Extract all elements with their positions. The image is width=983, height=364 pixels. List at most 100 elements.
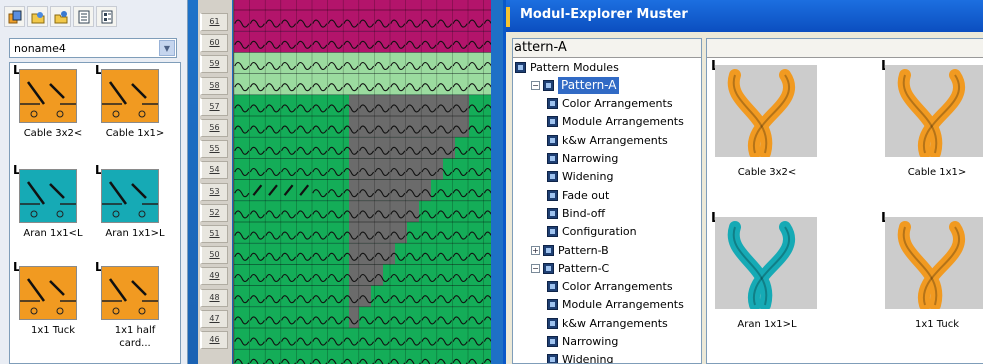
module-gallery: L Cable 3x2<L Cable 1x1>L Aran 1x1>LL xyxy=(706,38,983,364)
grid-icon[interactable] xyxy=(96,6,117,27)
row-number[interactable]: 59 xyxy=(200,55,228,74)
tree-subitem[interactable]: Configuration xyxy=(547,223,637,241)
chevron-down-icon[interactable]: ▼ xyxy=(159,40,175,56)
library-tile[interactable]: L Cable 1x1> xyxy=(92,63,178,158)
gallery-item-label: 1x1 Tuck xyxy=(914,319,960,330)
tree-item-label: Bind-off xyxy=(562,206,606,220)
row-number[interactable]: 56 xyxy=(200,119,228,137)
row-number[interactable]: 54 xyxy=(200,161,228,180)
list-icon[interactable] xyxy=(73,6,94,27)
library-tile[interactable]: L Aran 1x1>L xyxy=(92,163,178,258)
tile-label: Aran 1x1<L xyxy=(23,228,83,239)
folder-add-icon[interactable] xyxy=(50,6,71,27)
folder-icon xyxy=(547,207,558,219)
row-number[interactable]: 57 xyxy=(200,97,228,116)
gallery-item[interactable]: L Cable 1x1> xyxy=(877,59,983,189)
tile-label-line2: card... xyxy=(119,338,151,349)
tile-thumbnail xyxy=(101,266,159,320)
tree-subitem[interactable]: k&w Arrangements xyxy=(547,314,668,332)
modules-icon[interactable] xyxy=(4,6,25,27)
folder-icon xyxy=(543,262,554,274)
tree-item-label: Pattern-C xyxy=(558,261,610,275)
tree-subitem[interactable]: Narrowing xyxy=(547,333,618,351)
gallery-item-image xyxy=(885,217,983,309)
tree-subitem[interactable]: Widening xyxy=(547,168,613,186)
expand-icon[interactable]: + xyxy=(531,245,540,255)
gallery-item-image xyxy=(885,65,983,157)
app-root: noname4 ▼ L Cable 3x2< L Cable 1x1> L Aran… xyxy=(0,0,983,364)
library-select[interactable]: noname4 ▼ xyxy=(9,38,177,58)
row-number[interactable]: 52 xyxy=(200,203,228,222)
tree-subitem[interactable]: Fade out xyxy=(547,186,609,204)
tile-thumbnail xyxy=(101,69,159,123)
module-tree: attern-A Pattern Modules − Pattern-A Color … xyxy=(512,38,702,364)
tree-subitem[interactable]: Bind-off xyxy=(547,204,605,222)
tree-item-label: Fade out xyxy=(562,188,610,202)
tree-item-label: k&w Arrangements xyxy=(562,133,668,147)
tree-subitem[interactable]: Module Arrangements xyxy=(547,296,684,314)
library-tile[interactable]: L Cable 3x2< xyxy=(10,63,96,158)
tree-subitem[interactable]: k&w Arrangements xyxy=(547,131,668,149)
tree-item-label: Narrowing xyxy=(562,152,619,165)
pattern-grid[interactable] xyxy=(233,0,495,364)
tile-thumbnail xyxy=(19,69,77,123)
tile-label: 1x1 Tuck xyxy=(30,325,76,336)
tree-item-label: Pattern-A xyxy=(558,76,620,94)
tree-subitem[interactable]: Color Arrangements xyxy=(547,278,673,296)
tree-item-label: Module Arrangements xyxy=(562,298,684,312)
tree-item-label: Color Arrangements xyxy=(562,97,673,111)
tree-item-label: Widening xyxy=(562,353,614,364)
tree-item-label: Widening xyxy=(562,170,614,184)
tree-subitem[interactable]: Widening xyxy=(547,351,614,364)
tile-label: Aran 1x1>L xyxy=(105,228,165,239)
library-tile[interactable]: L 1x1 half card... xyxy=(92,260,178,355)
tile-thumbnail xyxy=(101,169,159,223)
tree-item[interactable]: Pattern Modules xyxy=(515,58,619,76)
tree-subitem[interactable]: Module Arrangements xyxy=(547,113,684,131)
row-number[interactable]: 60 xyxy=(200,34,228,53)
gallery-item[interactable]: L Aran 1x1>L xyxy=(707,211,827,341)
folder-star-icon[interactable] xyxy=(27,6,48,27)
row-number[interactable]: 58 xyxy=(200,76,228,95)
tile-label: Cable 3x2< xyxy=(23,128,83,139)
row-number[interactable]: 53 xyxy=(200,182,228,201)
tree-item-label: Pattern-B xyxy=(558,243,609,257)
row-number[interactable]: 46 xyxy=(200,331,228,349)
row-number-column: 61 60 59 58 57 56 55 54 53 52 51 50 49 48 47 46 xyxy=(198,0,232,364)
gallery-item-image xyxy=(715,217,817,309)
tree-item[interactable]: + Pattern-B xyxy=(531,241,609,259)
tree-item-label: k&w Arrangements xyxy=(562,316,668,330)
window-title-accent xyxy=(506,7,510,27)
library-tile[interactable]: L Aran 1x1<L xyxy=(10,163,96,258)
row-number[interactable]: 61 xyxy=(200,13,228,31)
tree-item-label: Pattern Modules xyxy=(530,60,619,74)
tree-header[interactable]: attern-A xyxy=(513,39,701,58)
row-number[interactable]: 51 xyxy=(200,225,228,243)
row-number[interactable]: 49 xyxy=(200,267,228,286)
library-tile[interactable]: L 1x1 Tuck xyxy=(10,260,96,355)
gallery-item-label: Cable 3x2< xyxy=(737,167,797,178)
folder-icon xyxy=(547,153,558,164)
folder-icon xyxy=(547,171,558,183)
window-title[interactable]: Modul-Explorer Muster xyxy=(506,0,983,32)
folder-icon xyxy=(547,354,558,363)
tree-item-label: Module Arrangements xyxy=(562,115,684,129)
gallery-item[interactable]: L 1x1 Tuck xyxy=(877,211,983,341)
tree-subitem[interactable]: Color Arrangements xyxy=(547,95,673,113)
row-number[interactable]: 50 xyxy=(200,246,228,265)
row-number[interactable]: 48 xyxy=(200,288,228,307)
collapse-icon[interactable]: − xyxy=(531,80,540,90)
pattern-grid-canvas[interactable] xyxy=(234,0,495,364)
folder-icon xyxy=(547,336,558,347)
gallery-item[interactable]: L Cable 3x2< xyxy=(707,59,827,189)
library-select-value: noname4 xyxy=(14,42,66,55)
collapse-icon[interactable]: − xyxy=(531,263,540,273)
row-number[interactable]: 55 xyxy=(200,140,228,159)
tile-thumbnail xyxy=(19,169,77,223)
row-number[interactable]: 47 xyxy=(200,309,228,328)
folder-icon xyxy=(547,226,558,238)
tree-item[interactable]: − Pattern-A xyxy=(531,76,620,94)
library-tiles: L Cable 3x2< L Cable 1x1> L Aran 1x1<L L Ar… xyxy=(9,62,181,364)
tree-subitem[interactable]: Narrowing xyxy=(547,150,618,168)
tree-item[interactable]: − Pattern-C xyxy=(531,259,609,277)
